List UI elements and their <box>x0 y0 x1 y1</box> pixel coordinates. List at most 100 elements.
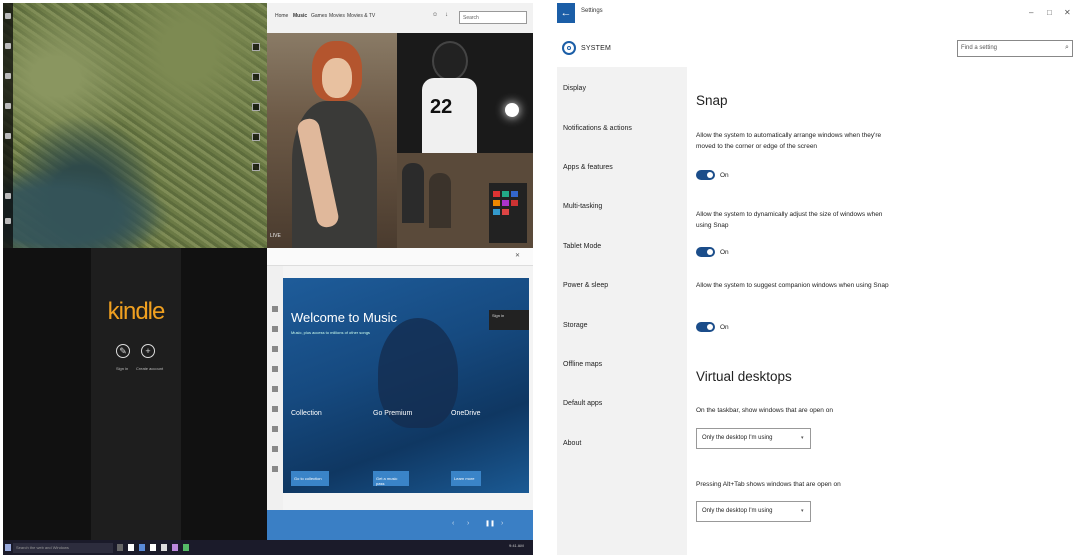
maximize-icon[interactable]: □ <box>1047 8 1052 17</box>
nav-item-apps[interactable]: Apps & features <box>563 164 613 171</box>
create-account-label[interactable]: Create account <box>136 366 163 371</box>
back-arrow-icon[interactable]: ← <box>557 3 575 23</box>
snap-option-1-toggle[interactable] <box>696 170 715 180</box>
vd-taskbar-value: Only the desktop I'm using <box>702 435 773 441</box>
tile <box>502 200 509 206</box>
taskbar: Search the web and Windows 9:41 AM <box>3 540 533 555</box>
next-icon[interactable]: › <box>467 520 469 527</box>
nav-item-about[interactable]: About <box>563 440 581 447</box>
collection-icon[interactable] <box>272 346 278 352</box>
signin-badge[interactable]: Sign in <box>489 310 529 330</box>
store-window[interactable]: Home Music Games Movies Movies & TV ☺ ↓ … <box>267 3 533 248</box>
map-control-icon[interactable] <box>252 43 260 51</box>
app-icon[interactable] <box>172 544 178 551</box>
maps-nav-icon[interactable] <box>5 133 11 139</box>
kindle-window[interactable]: kindle ✎ + Sign in Create account <box>91 248 181 540</box>
vd-alttab-value: Only the desktop I'm using <box>702 508 773 514</box>
app-icon[interactable] <box>183 544 189 551</box>
vd-alttab-dropdown[interactable]: Only the desktop I'm using ▾ <box>696 501 811 522</box>
nav-link-games[interactable]: Games <box>311 13 327 19</box>
snap-option-3-toggle[interactable] <box>696 322 715 332</box>
map-control-icon[interactable] <box>252 73 260 81</box>
close-icon[interactable]: ✕ <box>1064 8 1071 17</box>
chevron-down-icon: ▾ <box>801 508 804 514</box>
sign-in-label[interactable]: Sign in <box>116 366 128 371</box>
skip-icon[interactable]: › <box>501 520 503 527</box>
nav-item-notifications[interactable]: Notifications & actions <box>563 125 632 132</box>
search-icon[interactable] <box>272 326 278 332</box>
music-pass-button[interactable]: Get a music pass <box>373 471 409 486</box>
vd-alttab-label: Pressing Alt+Tab shows windows that are … <box>696 481 841 488</box>
playlist-icon[interactable] <box>272 466 278 472</box>
nav-link-movies-tv[interactable]: Movies & TV <box>347 13 375 19</box>
nav-link-movies[interactable]: Movies <box>329 13 345 19</box>
snap-option-2-desc: Allow the system to dynamically adjust t… <box>696 211 883 229</box>
tile <box>502 209 509 215</box>
recent-icon[interactable] <box>272 366 278 372</box>
gear-inner <box>567 46 571 50</box>
edge-icon[interactable] <box>128 544 134 551</box>
hero-image-people[interactable] <box>397 153 533 248</box>
learn-more-button[interactable]: Learn more <box>451 471 481 486</box>
maps-nav-icon[interactable] <box>5 193 11 199</box>
maps-nav-icon[interactable] <box>5 103 11 109</box>
map-control-icon[interactable] <box>252 163 260 171</box>
hero-image-football[interactable]: 22 <box>397 33 533 153</box>
toggle-knob <box>707 249 713 255</box>
nav-item-power-sleep[interactable]: Power & sleep <box>563 282 608 289</box>
welcome-subtitle: Music, plus access to millions of other … <box>291 330 370 335</box>
maps-nav-icon[interactable] <box>5 43 11 49</box>
store-topbar: Home Music Games Movies Movies & TV ☺ ↓ … <box>267 3 533 33</box>
find-setting-input[interactable]: Find a setting ⌕ <box>957 40 1073 57</box>
tray-clock[interactable]: 9:41 AM <box>509 543 524 548</box>
playlist-icon[interactable] <box>272 446 278 452</box>
snap-option-2-toggle[interactable] <box>696 247 715 257</box>
vd-taskbar-dropdown[interactable]: Only the desktop I'm using ▾ <box>696 428 811 449</box>
play-pause-icon[interactable]: ❚❚ <box>485 520 495 527</box>
hero-label: LIVE <box>270 233 281 239</box>
hero-image-woman[interactable]: LIVE <box>267 33 397 248</box>
maps-window[interactable] <box>3 3 267 248</box>
nav-link-music[interactable]: Music <box>293 13 307 19</box>
map-water <box>3 168 173 248</box>
user-icon[interactable]: ☺ <box>432 12 438 18</box>
find-setting-placeholder: Find a setting <box>961 45 998 51</box>
snap-option-2-state: On <box>720 249 729 256</box>
download-icon[interactable]: ↓ <box>445 12 448 18</box>
maps-nav-icon[interactable] <box>5 73 11 79</box>
store-search-input[interactable]: Search <box>459 11 527 24</box>
menu-icon[interactable] <box>272 306 278 312</box>
start-icon[interactable] <box>5 544 11 551</box>
radio-icon[interactable] <box>272 386 278 392</box>
tile <box>502 191 509 197</box>
tile <box>493 200 500 206</box>
create-account-icon[interactable]: + <box>141 344 155 358</box>
nav-item-tablet-mode[interactable]: Tablet Mode <box>563 243 601 250</box>
mail-icon[interactable] <box>161 544 167 551</box>
minimize-icon[interactable]: – <box>1029 8 1033 17</box>
music-player-bar: ‹ › ❚❚ › <box>267 510 533 540</box>
explorer-icon[interactable] <box>139 544 145 551</box>
store-icon[interactable] <box>150 544 156 551</box>
nav-item-multitasking[interactable]: Multi-tasking <box>563 203 602 210</box>
go-to-collection-button[interactable]: Go to collection <box>291 471 329 486</box>
task-view-icon[interactable] <box>117 544 123 551</box>
explore-icon[interactable] <box>272 406 278 412</box>
playlist-icon[interactable] <box>272 426 278 432</box>
maps-nav-icon[interactable] <box>5 218 11 224</box>
nav-link-home[interactable]: Home <box>275 13 288 19</box>
close-icon[interactable]: ✕ <box>515 252 520 259</box>
search-icon[interactable]: ⌕ <box>1065 44 1069 52</box>
map-control-icon[interactable] <box>252 103 260 111</box>
nav-item-display[interactable]: Display <box>563 85 586 92</box>
previous-icon[interactable]: ‹ <box>452 520 454 527</box>
sign-in-icon[interactable]: ✎ <box>116 344 130 358</box>
map-control-icon[interactable] <box>252 133 260 141</box>
nav-item-default-apps[interactable]: Default apps <box>563 400 602 407</box>
nav-item-offline-maps[interactable]: Offline maps <box>563 361 602 368</box>
maps-nav-icon[interactable] <box>5 13 11 19</box>
nav-item-storage[interactable]: Storage <box>563 322 588 329</box>
taskbar-search[interactable]: Search the web and Windows <box>13 543 113 553</box>
settings-window: ← Settings – □ ✕ SYSTEM Find a setting ⌕… <box>557 3 1077 555</box>
music-app-window[interactable]: ✕ Welcome to Music Music, plus access to… <box>267 248 533 540</box>
